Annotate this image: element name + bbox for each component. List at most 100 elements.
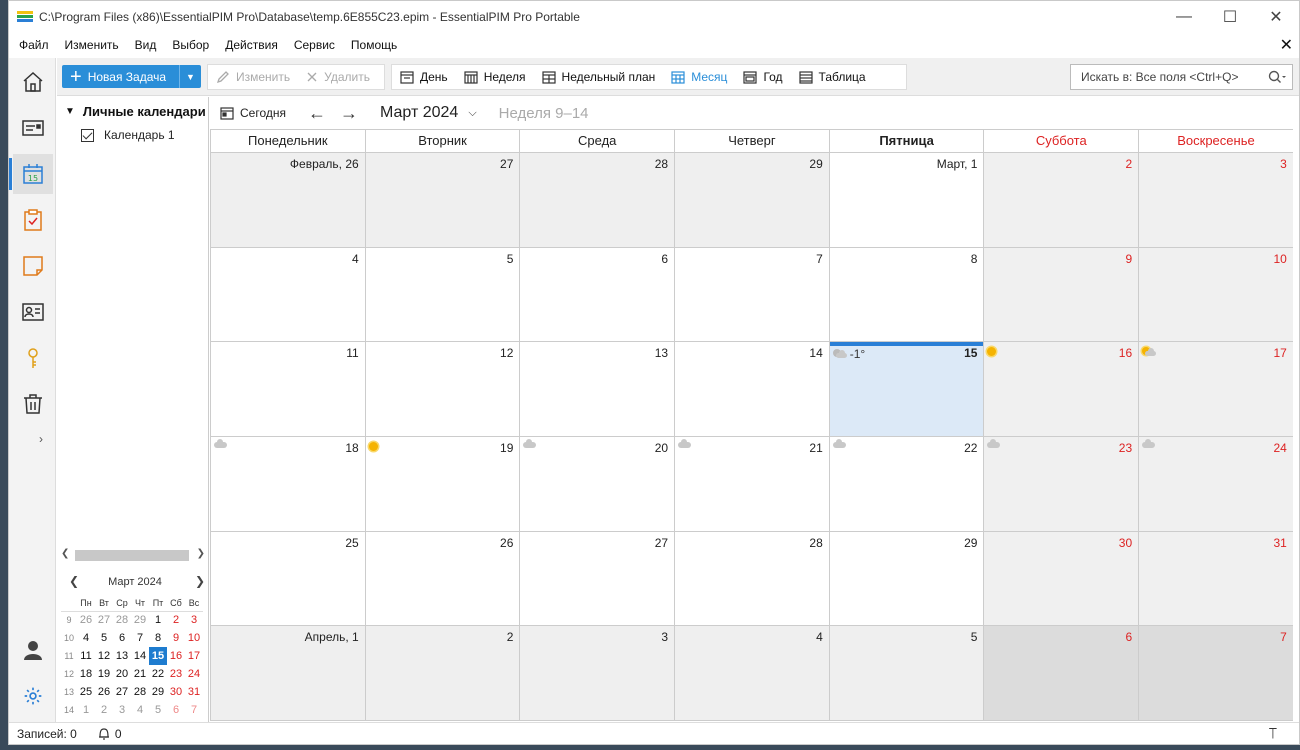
new-task-button[interactable]: + Новая Задача ▼: [62, 65, 201, 88]
day-cell[interactable]: 27: [364, 153, 520, 247]
mini-day-cell[interactable]: 12: [95, 647, 113, 665]
tasks-nav-button[interactable]: [13, 200, 53, 240]
day-cell[interactable]: 5: [364, 247, 520, 342]
view-week-plan-button[interactable]: Недельный план: [534, 65, 664, 89]
mini-day-cell[interactable]: 28: [113, 611, 131, 629]
mini-day-cell[interactable]: 25: [77, 683, 95, 701]
resize-grip-icon[interactable]: ⟙: [1269, 725, 1277, 742]
close-document-button[interactable]: ✕: [1280, 35, 1293, 55]
checkbox-checked-icon[interactable]: [81, 128, 94, 142]
calendar-nav-button[interactable]: 15: [9, 154, 53, 194]
mini-next-month-icon[interactable]: ❯: [195, 574, 205, 588]
day-cell[interactable]: 29: [674, 153, 829, 247]
trash-nav-button[interactable]: [13, 384, 53, 424]
day-cell[interactable]: 18: [210, 437, 365, 531]
scroll-right-icon[interactable]: ❯: [197, 548, 205, 559]
menu-select[interactable]: Выбор: [164, 38, 217, 52]
mini-day-cell[interactable]: 18: [77, 665, 95, 683]
day-cell[interactable]: 13: [519, 342, 675, 436]
scroll-left-icon[interactable]: ❮: [61, 548, 69, 559]
day-cell[interactable]: 16: [983, 342, 1139, 436]
day-cell[interactable]: 4: [210, 247, 365, 342]
menu-view[interactable]: Вид: [127, 38, 165, 52]
mini-day-cell[interactable]: 15: [149, 647, 167, 665]
mini-day-cell[interactable]: 5: [149, 701, 167, 719]
mini-day-cell[interactable]: 4: [131, 701, 149, 719]
view-day-button[interactable]: День: [392, 65, 456, 89]
day-cell[interactable]: 31: [1138, 531, 1293, 626]
mini-day-cell[interactable]: 1: [77, 701, 95, 719]
day-cell[interactable]: Апрель, 1: [210, 626, 365, 720]
mini-day-cell[interactable]: 8: [149, 629, 167, 647]
day-cell[interactable]: 9: [983, 247, 1139, 342]
day-cell[interactable]: 6: [983, 626, 1139, 720]
mini-day-cell[interactable]: 5: [95, 629, 113, 647]
close-button[interactable]: ✕: [1253, 1, 1299, 33]
contacts-nav-button[interactable]: [13, 292, 53, 332]
day-cell[interactable]: 6: [519, 247, 675, 342]
mini-day-cell[interactable]: 26: [77, 611, 95, 629]
mini-day-cell[interactable]: 16: [167, 647, 185, 665]
next-month-arrow-icon[interactable]: →: [340, 103, 358, 124]
view-year-button[interactable]: Год: [735, 65, 790, 89]
view-table-button[interactable]: Таблица: [791, 65, 874, 89]
menu-actions[interactable]: Действия: [217, 38, 286, 52]
minimize-button[interactable]: —: [1161, 1, 1207, 33]
day-cell[interactable]: 5: [828, 626, 984, 720]
mini-day-cell[interactable]: 23: [167, 665, 185, 683]
delete-button[interactable]: Удалить: [298, 65, 378, 89]
calendar-list-item[interactable]: Календарь 1: [81, 128, 175, 142]
new-task-dropdown-button[interactable]: ▼: [179, 65, 201, 88]
mini-day-cell[interactable]: 1: [149, 611, 167, 629]
day-cell[interactable]: 14: [674, 342, 829, 436]
mini-day-cell[interactable]: 31: [185, 683, 203, 701]
day-cell[interactable]: 23: [983, 437, 1139, 531]
day-cell[interactable]: -1° 15: [828, 342, 984, 436]
expand-sidebar-chevron-icon[interactable]: ›: [39, 432, 43, 446]
notes-nav-button[interactable]: [13, 246, 53, 286]
menu-help[interactable]: Помощь: [343, 38, 405, 52]
mini-day-cell[interactable]: 2: [95, 701, 113, 719]
search-icon[interactable]: [1262, 70, 1292, 84]
mini-day-cell[interactable]: 6: [167, 701, 185, 719]
mini-day-cell[interactable]: 7: [131, 629, 149, 647]
day-cell[interactable]: 27: [519, 531, 675, 626]
today-button[interactable]: Сегодня: [220, 106, 286, 120]
settings-nav-button[interactable]: [13, 676, 53, 716]
day-cell[interactable]: 3: [1138, 153, 1293, 247]
mini-day-cell[interactable]: 17: [185, 647, 203, 665]
passwords-nav-button[interactable]: [13, 338, 53, 378]
day-cell[interactable]: 7: [1138, 626, 1293, 720]
day-cell[interactable]: 4: [674, 626, 829, 720]
day-cell[interactable]: 3: [519, 626, 675, 720]
current-month-label[interactable]: Март 2024: [380, 104, 458, 122]
mini-day-cell[interactable]: 6: [113, 629, 131, 647]
day-cell[interactable]: 2: [983, 153, 1139, 247]
mini-day-cell[interactable]: 13: [113, 647, 131, 665]
day-cell[interactable]: 22: [828, 437, 984, 531]
chevron-down-icon[interactable]: ⌵: [468, 107, 476, 120]
mini-day-cell[interactable]: 27: [113, 683, 131, 701]
day-cell[interactable]: 30: [983, 531, 1139, 626]
mini-day-cell[interactable]: 19: [95, 665, 113, 683]
scrollbar-thumb[interactable]: [75, 550, 189, 561]
day-cell[interactable]: 17: [1138, 342, 1293, 436]
mini-day-cell[interactable]: 29: [131, 611, 149, 629]
day-cell[interactable]: 21: [674, 437, 829, 531]
day-cell[interactable]: 28: [674, 531, 829, 626]
day-cell[interactable]: 10: [1138, 247, 1293, 342]
mini-day-cell[interactable]: 22: [149, 665, 167, 683]
mini-day-cell[interactable]: 11: [77, 647, 95, 665]
horizontal-scrollbar[interactable]: ❮ ❯: [61, 548, 205, 562]
menu-file[interactable]: Файл: [9, 38, 57, 52]
day-cell[interactable]: 11: [210, 342, 365, 436]
mini-day-cell[interactable]: 24: [185, 665, 203, 683]
reminders-indicator[interactable]: 0: [97, 727, 122, 741]
day-cell[interactable]: 24: [1138, 437, 1293, 531]
day-cell[interactable]: Февраль, 26: [210, 153, 365, 247]
mini-day-cell[interactable]: 27: [95, 611, 113, 629]
day-cell[interactable]: 7: [674, 247, 829, 342]
mini-day-cell[interactable]: 28: [131, 683, 149, 701]
day-cell[interactable]: 28: [519, 153, 675, 247]
edit-button[interactable]: Изменить: [208, 65, 298, 89]
